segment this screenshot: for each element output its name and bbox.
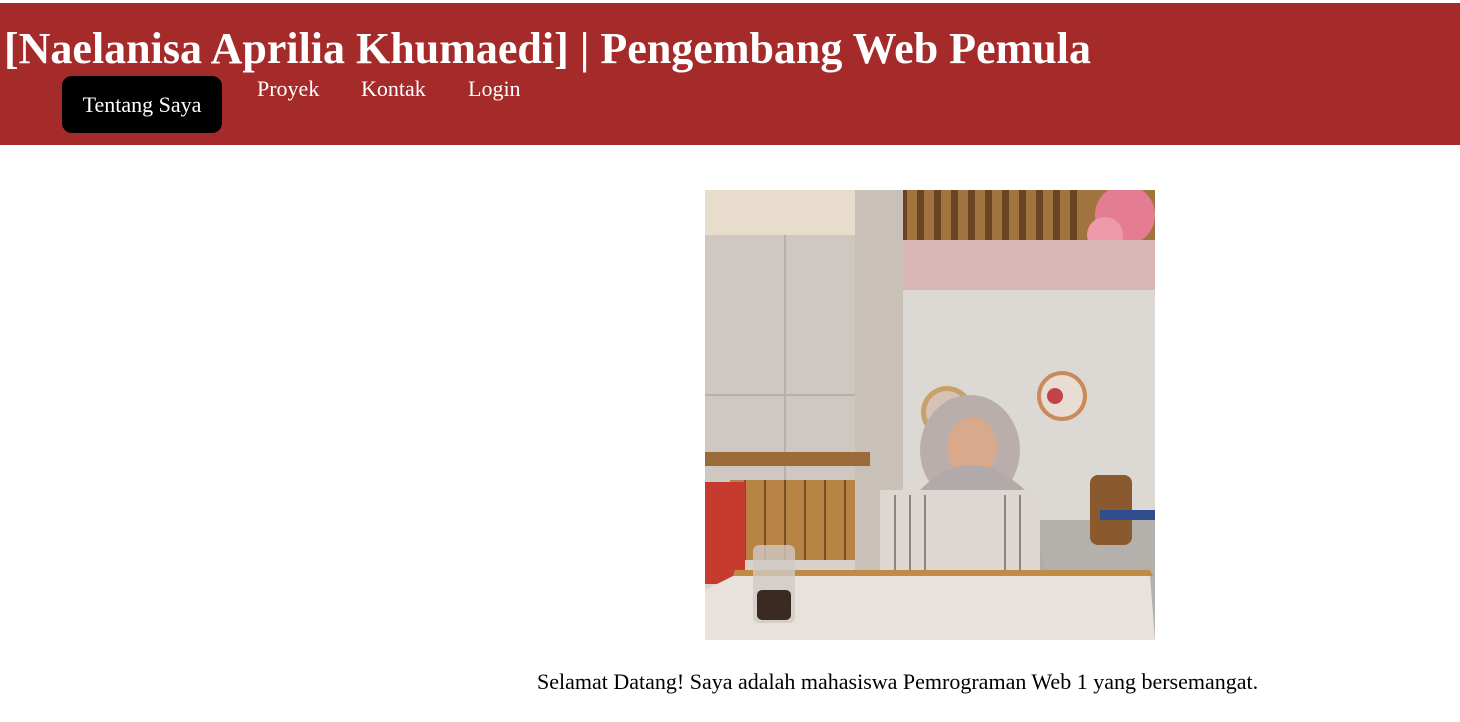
page: [Naelanisa Aprilia Khumaedi] | Pengemban… — [0, 0, 1460, 722]
nav-item-proyek[interactable]: Proyek — [257, 76, 319, 102]
nav-item-login[interactable]: Login — [468, 76, 521, 102]
welcome-text: Selamat Datang! Saya adalah mahasiswa Pe… — [537, 669, 1259, 694]
profile-photo-illustration — [705, 190, 1155, 640]
site-header: [Naelanisa Aprilia Khumaedi] | Pengemban… — [0, 3, 1460, 145]
site-title: [Naelanisa Aprilia Khumaedi] | Pengemban… — [4, 24, 1091, 73]
profile-photo — [705, 190, 1155, 640]
nav-item-tentang-saya[interactable]: Tentang Saya — [62, 76, 222, 133]
nav-item-kontak[interactable]: Kontak — [361, 76, 426, 102]
main-nav: Tentang Saya Proyek Kontak Login — [0, 73, 1460, 143]
